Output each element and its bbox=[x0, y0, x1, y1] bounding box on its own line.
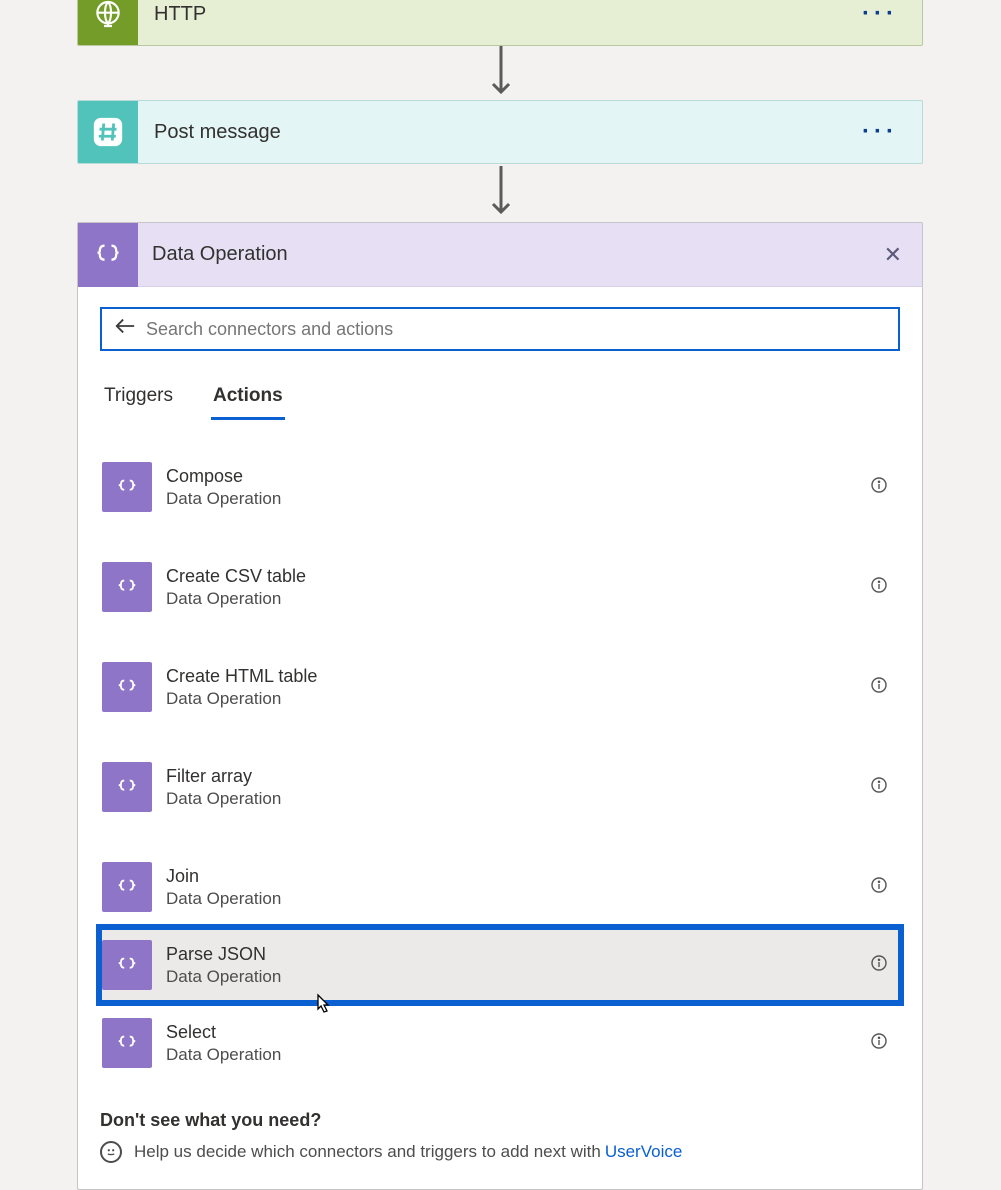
uservoice-link[interactable]: UserVoice bbox=[605, 1142, 682, 1162]
action-name: Compose bbox=[166, 466, 870, 487]
info-icon[interactable] bbox=[870, 1033, 898, 1054]
action-name: Join bbox=[166, 866, 870, 887]
info-icon[interactable] bbox=[870, 577, 898, 598]
action-parse-json[interactable]: Parse JSONData Operation bbox=[100, 928, 900, 1002]
more-icon[interactable]: ··· bbox=[862, 118, 922, 146]
smile-icon bbox=[100, 1141, 122, 1163]
step-post-message[interactable]: Post message ··· bbox=[77, 100, 923, 164]
cursor-icon bbox=[314, 993, 334, 1017]
globe-icon bbox=[78, 0, 138, 46]
arrow-down-icon bbox=[486, 46, 516, 103]
data-operation-icon bbox=[102, 562, 152, 612]
back-arrow-icon[interactable] bbox=[112, 316, 140, 342]
card-title: Data Operation bbox=[138, 243, 884, 266]
footer-question: Don't see what you need? bbox=[100, 1110, 900, 1131]
data-operation-icon bbox=[102, 462, 152, 512]
action-subtitle: Data Operation bbox=[166, 789, 870, 809]
action-name: Filter array bbox=[166, 766, 870, 787]
step-http-title: HTTP bbox=[138, 3, 862, 26]
tabs: Triggers Actions bbox=[100, 377, 900, 420]
footer-help-text: Help us decide which connectors and trig… bbox=[134, 1142, 601, 1162]
tab-actions[interactable]: Actions bbox=[211, 377, 285, 420]
action-name: Parse JSON bbox=[166, 944, 870, 965]
action-subtitle: Data Operation bbox=[166, 689, 870, 709]
action-select[interactable]: SelectData Operation bbox=[100, 1006, 900, 1080]
action-name: Select bbox=[166, 1022, 870, 1043]
data-operation-icon bbox=[78, 223, 138, 287]
hash-icon bbox=[78, 100, 138, 164]
arrow-down-icon bbox=[486, 166, 516, 223]
action-subtitle: Data Operation bbox=[166, 967, 870, 987]
action-subtitle: Data Operation bbox=[166, 589, 870, 609]
data-operation-icon bbox=[102, 862, 152, 912]
data-operation-icon bbox=[102, 1018, 152, 1068]
action-subtitle: Data Operation bbox=[166, 489, 870, 509]
action-subtitle: Data Operation bbox=[166, 1045, 870, 1065]
search-bar bbox=[100, 307, 900, 351]
step-post-title: Post message bbox=[138, 121, 862, 144]
search-input[interactable] bbox=[140, 315, 888, 344]
data-operation-icon bbox=[102, 662, 152, 712]
close-icon[interactable]: ✕ bbox=[884, 242, 922, 268]
action-subtitle: Data Operation bbox=[166, 889, 870, 909]
action-name: Create CSV table bbox=[166, 566, 870, 587]
info-icon[interactable] bbox=[870, 477, 898, 498]
action-join[interactable]: JoinData Operation bbox=[100, 850, 900, 924]
action-compose[interactable]: ComposeData Operation bbox=[100, 450, 900, 524]
info-icon[interactable] bbox=[870, 877, 898, 898]
info-icon[interactable] bbox=[870, 955, 898, 976]
data-operation-card: Data Operation ✕ Triggers Actions Compos… bbox=[77, 222, 923, 1190]
data-operation-icon bbox=[102, 762, 152, 812]
action-create-html-table[interactable]: Create HTML tableData Operation bbox=[100, 650, 900, 724]
data-operation-icon bbox=[102, 940, 152, 990]
action-filter-array[interactable]: Filter arrayData Operation bbox=[100, 750, 900, 824]
info-icon[interactable] bbox=[870, 677, 898, 698]
footer-help-line: Help us decide which connectors and trig… bbox=[100, 1141, 900, 1163]
tab-triggers[interactable]: Triggers bbox=[102, 377, 175, 420]
actions-list: ComposeData OperationCreate CSV tableDat… bbox=[100, 450, 900, 1080]
action-name: Create HTML table bbox=[166, 666, 870, 687]
step-http[interactable]: HTTP ··· bbox=[77, 0, 923, 46]
card-header: Data Operation ✕ bbox=[78, 223, 922, 287]
action-create-csv-table[interactable]: Create CSV tableData Operation bbox=[100, 550, 900, 624]
more-icon[interactable]: ··· bbox=[862, 0, 922, 28]
info-icon[interactable] bbox=[870, 777, 898, 798]
